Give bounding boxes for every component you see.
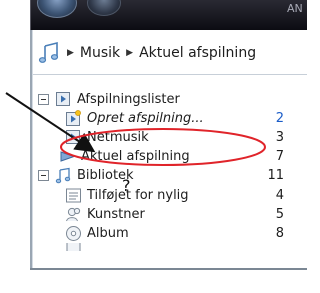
tree-item-album[interactable]: Album 8 <box>65 224 307 243</box>
back-button[interactable] <box>37 0 77 18</box>
artist-icon <box>65 206 82 223</box>
tree-item-label: Opret afspilning... <box>87 111 204 126</box>
now-playing-icon <box>59 148 76 165</box>
tree-item-label: Tilføjet for nylig <box>87 188 189 203</box>
tree-item-library[interactable]: Bibliotek 11 <box>38 166 307 185</box>
tree-item-create-playlist[interactable]: Opret afspilning... 2 <box>65 109 307 128</box>
calendar-icon <box>65 187 82 204</box>
chevron-right-icon: ▶ <box>67 48 74 58</box>
playlist-icon <box>55 91 72 108</box>
tree-item-playlists[interactable]: Afspilningslister <box>38 90 180 109</box>
music-note-icon <box>55 167 72 184</box>
collapse-icon[interactable] <box>38 94 49 105</box>
item-count: 11 <box>267 168 284 183</box>
item-count: 5 <box>275 207 284 222</box>
screenshot-stage: AN ▶ Musik ▶ Aktuel afspilning Afspilnin… <box>0 0 307 293</box>
tree-item-partial[interactable] <box>65 243 307 251</box>
breadcrumb-music[interactable]: Musik <box>80 45 120 61</box>
tree-item-label: Afspilningslister <box>77 92 180 107</box>
player-title-bar: AN <box>30 0 307 30</box>
title-bar-text: AN <box>287 2 303 15</box>
item-count: 7 <box>275 149 284 164</box>
playlist-icon <box>65 129 82 146</box>
breadcrumb-now-playing[interactable]: Aktuel afspilning <box>139 45 256 61</box>
tree-item-label: Netmusik <box>87 130 149 145</box>
collapse-icon[interactable] <box>38 170 49 181</box>
divider <box>33 74 307 75</box>
album-icon <box>65 225 82 242</box>
item-count: 3 <box>275 130 284 145</box>
item-count: 4 <box>275 188 284 203</box>
item-count: 8 <box>275 226 284 241</box>
item-count: 2 <box>275 111 284 126</box>
tree-item-label: Kunstner <box>87 207 145 222</box>
chevron-right-icon: ▶ <box>126 48 134 58</box>
pane-bottom-border <box>30 268 307 270</box>
annotation-question-mark: ? <box>122 176 131 195</box>
genre-icon <box>65 243 82 251</box>
tree-item-artist[interactable]: Kunstner 5 <box>65 205 307 224</box>
music-note-icon <box>37 41 61 65</box>
tree-item-label: Album <box>87 226 129 241</box>
new-playlist-icon <box>65 110 82 127</box>
tree-item-recently-added[interactable]: Tilføjet for nylig 4 <box>65 186 307 205</box>
tree-item-label: Aktuel afspilning <box>81 149 190 164</box>
tree-item-netmusik[interactable]: Netmusik 3 <box>65 128 307 147</box>
breadcrumb: ▶ Musik ▶ Aktuel afspilning <box>33 40 307 66</box>
forward-button[interactable] <box>87 0 121 16</box>
navigation-pane: ▶ Musik ▶ Aktuel afspilning Afspilningsl… <box>32 30 307 270</box>
tree-item-now-playing[interactable]: Aktuel afspilning 7 <box>59 147 307 166</box>
